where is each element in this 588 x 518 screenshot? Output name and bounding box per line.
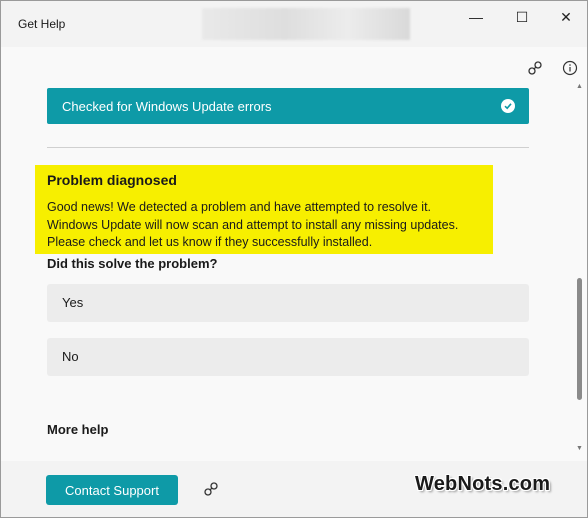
- maximize-button[interactable]: ☐: [502, 5, 542, 29]
- yes-option-button[interactable]: Yes: [47, 284, 529, 322]
- diagnosis-line: Good news! We detected a problem and hav…: [47, 200, 432, 214]
- scroll-down-icon[interactable]: ▼: [576, 445, 583, 452]
- contact-support-button[interactable]: Contact Support: [46, 475, 178, 505]
- no-option-label: No: [62, 349, 79, 364]
- info-button[interactable]: [559, 57, 581, 79]
- share-button[interactable]: [524, 57, 546, 79]
- footer-share-button[interactable]: [200, 478, 222, 500]
- checked-status-label: Checked for Windows Update errors: [62, 99, 272, 114]
- footer: Contact Support WebNots.com: [1, 461, 587, 517]
- share-icon: [204, 482, 218, 496]
- close-button[interactable]: ✕: [546, 5, 586, 29]
- feedback-question: Did this solve the problem?: [47, 256, 218, 271]
- checked-status-bar[interactable]: Checked for Windows Update errors: [47, 88, 529, 124]
- info-icon: [562, 60, 578, 76]
- diagnosis-line: Windows Update will now scan and attempt…: [47, 217, 459, 232]
- minimize-button[interactable]: —: [456, 5, 496, 29]
- app-title: Get Help: [18, 17, 66, 31]
- diagnosis-message: Good news! We detected a problem and hav…: [47, 199, 487, 252]
- share-icon: [528, 61, 542, 75]
- vertical-scrollbar[interactable]: ▲ ▼: [575, 83, 585, 457]
- divider: [47, 147, 529, 148]
- blurred-region: [202, 8, 410, 40]
- minimize-icon: —: [469, 9, 483, 25]
- title-bar: Get Help — ☐ ✕: [1, 1, 587, 47]
- scroll-thumb[interactable]: [577, 278, 582, 400]
- check-circle-icon: [501, 99, 515, 113]
- scroll-up-icon[interactable]: ▲: [576, 83, 583, 90]
- diagnosis-line: Please check and let us know if they suc…: [47, 235, 373, 249]
- get-help-window: Get Help — ☐ ✕ ▲ ▼ Checked for Windows U…: [0, 0, 588, 518]
- no-option-button[interactable]: No: [47, 338, 529, 376]
- diagnosis-title: Problem diagnosed: [47, 172, 177, 188]
- diagnosis-highlight: Problem diagnosed Good news! We detected…: [35, 165, 493, 254]
- watermark: WebNots.com: [415, 473, 551, 495]
- more-help-heading: More help: [47, 422, 109, 437]
- content-area: ▲ ▼ Checked for Windows Update errors Pr…: [1, 47, 587, 461]
- yes-option-label: Yes: [62, 295, 84, 310]
- close-icon: ✕: [560, 8, 572, 25]
- maximize-icon: ☐: [515, 8, 529, 25]
